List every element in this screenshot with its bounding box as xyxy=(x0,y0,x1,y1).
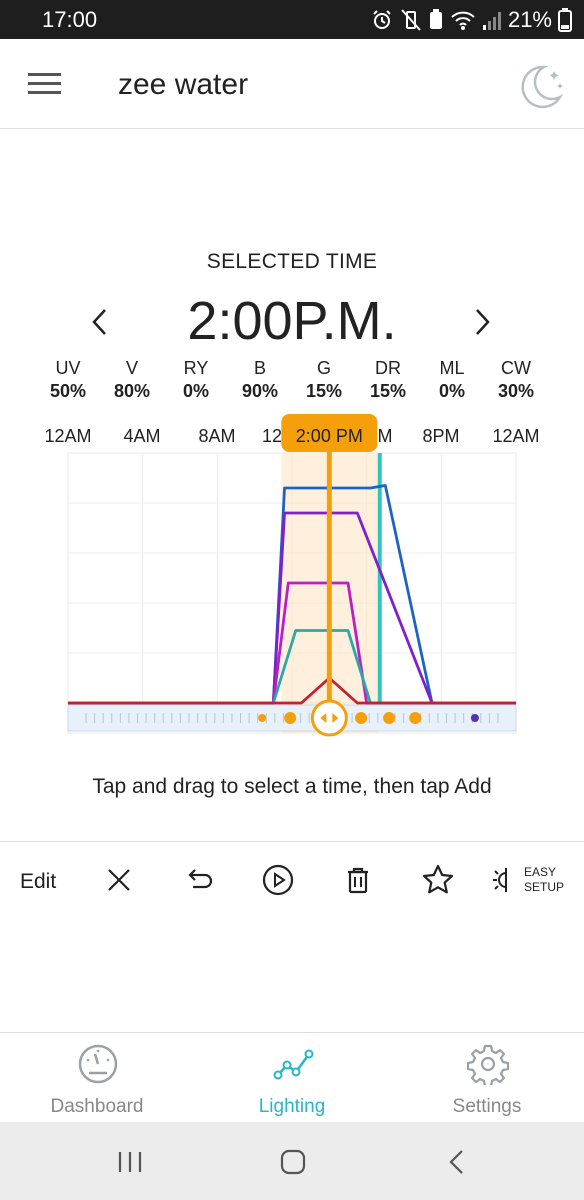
gauge-icon xyxy=(78,1044,118,1084)
battery-icon xyxy=(558,8,572,32)
channel-ml: ML 0% xyxy=(420,358,484,402)
nav-label: Settings xyxy=(452,1096,522,1117)
vibrate-mute-icon xyxy=(401,9,421,31)
nav-lighting[interactable]: Lighting xyxy=(195,1033,389,1123)
recent-apps-icon[interactable] xyxy=(112,1144,148,1180)
channel-name: ML xyxy=(439,358,465,378)
app-bar: zee water xyxy=(0,39,584,129)
timeline-event-dot xyxy=(355,712,368,724)
status-icons: 21% xyxy=(370,6,572,34)
bottom-navigation: Dashboard Lighting Settings xyxy=(0,1032,584,1122)
battery-saver-icon xyxy=(429,9,442,29)
easy-setup-line2: SETUP xyxy=(524,880,565,894)
hint-text: Tap and drag to select a time, then tap … xyxy=(92,775,492,798)
nav-settings[interactable]: Settings xyxy=(390,1033,584,1123)
channel-name: CW xyxy=(501,358,531,378)
channel-levels: UV 50% V 80% RY 0% B 90% G 15% DR 15% ML 0% CW 3… xyxy=(36,358,548,402)
channel-value: 15% xyxy=(369,381,407,401)
status-time: 17:00 xyxy=(42,7,98,32)
channel-value: 30% xyxy=(497,381,535,401)
nav-dashboard[interactable]: Dashboard xyxy=(0,1033,194,1123)
time-drag-handle xyxy=(310,699,348,737)
timeline-event-dot xyxy=(383,712,396,724)
app-title: zee water xyxy=(118,68,249,101)
night-mode-moon-icon[interactable] xyxy=(516,61,566,111)
star-icon[interactable] xyxy=(420,862,456,898)
channel-ry: RY 0% xyxy=(164,358,228,402)
channel-dr: DR 15% xyxy=(356,358,420,402)
channel-name: UV xyxy=(55,358,81,378)
timeline-event-dot xyxy=(284,712,297,724)
battery-percent: 21% xyxy=(507,7,552,32)
nav-label: Lighting xyxy=(258,1096,326,1117)
timeline-end-dot xyxy=(470,714,479,722)
signal-icon xyxy=(482,12,501,30)
timeline-event-dot xyxy=(409,712,422,724)
alarm-icon xyxy=(373,10,391,29)
edit-toolbar: Edit EASY SETUP xyxy=(0,841,584,921)
status-bar: 17:00 21% xyxy=(0,0,584,39)
close-icon[interactable] xyxy=(101,862,137,898)
channel-b: B 90% xyxy=(228,358,292,402)
channel-name: G xyxy=(316,358,331,378)
channel-name: V xyxy=(125,358,138,378)
lighting-schedule-chart[interactable]: 2:00 PM xyxy=(0,410,584,750)
gear-icon xyxy=(467,1044,509,1085)
channel-value: 0% xyxy=(182,381,209,401)
channel-value: 15% xyxy=(305,381,343,401)
brightness-icon[interactable] xyxy=(486,862,522,898)
trend-line-icon xyxy=(273,1049,314,1080)
undo-icon[interactable] xyxy=(181,862,217,898)
time-cursor-label: 2:00 PM xyxy=(296,426,363,446)
channel-name: RY xyxy=(183,358,209,378)
next-time-button[interactable] xyxy=(462,300,502,344)
easy-setup-button[interactable]: EASY SETUP xyxy=(524,865,564,895)
channel-value: 90% xyxy=(241,381,279,401)
system-navigation-bar xyxy=(0,1122,584,1200)
channel-g: G 15% xyxy=(292,358,356,402)
edit-label: Edit xyxy=(20,870,57,893)
wifi-icon xyxy=(451,11,475,30)
nav-label: Dashboard xyxy=(50,1096,144,1117)
trash-icon[interactable] xyxy=(340,862,376,898)
selected-time-label: SELECTED TIME xyxy=(206,250,378,273)
channel-v: V 80% xyxy=(100,358,164,402)
play-icon[interactable] xyxy=(260,862,296,898)
timeline-event-dot xyxy=(258,714,267,722)
channel-name: DR xyxy=(375,358,401,378)
channel-value: 50% xyxy=(49,381,87,401)
channel-value: 0% xyxy=(438,381,465,401)
channel-uv: UV 50% xyxy=(36,358,100,402)
home-icon[interactable] xyxy=(275,1144,311,1180)
previous-time-button[interactable] xyxy=(80,300,120,344)
channel-name: B xyxy=(253,358,266,378)
easy-setup-line1: EASY xyxy=(524,865,557,879)
hamburger-menu-icon[interactable] xyxy=(28,72,62,96)
back-icon[interactable] xyxy=(440,1144,476,1180)
channel-value: 80% xyxy=(113,381,151,401)
channel-cw: CW 30% xyxy=(484,358,548,402)
